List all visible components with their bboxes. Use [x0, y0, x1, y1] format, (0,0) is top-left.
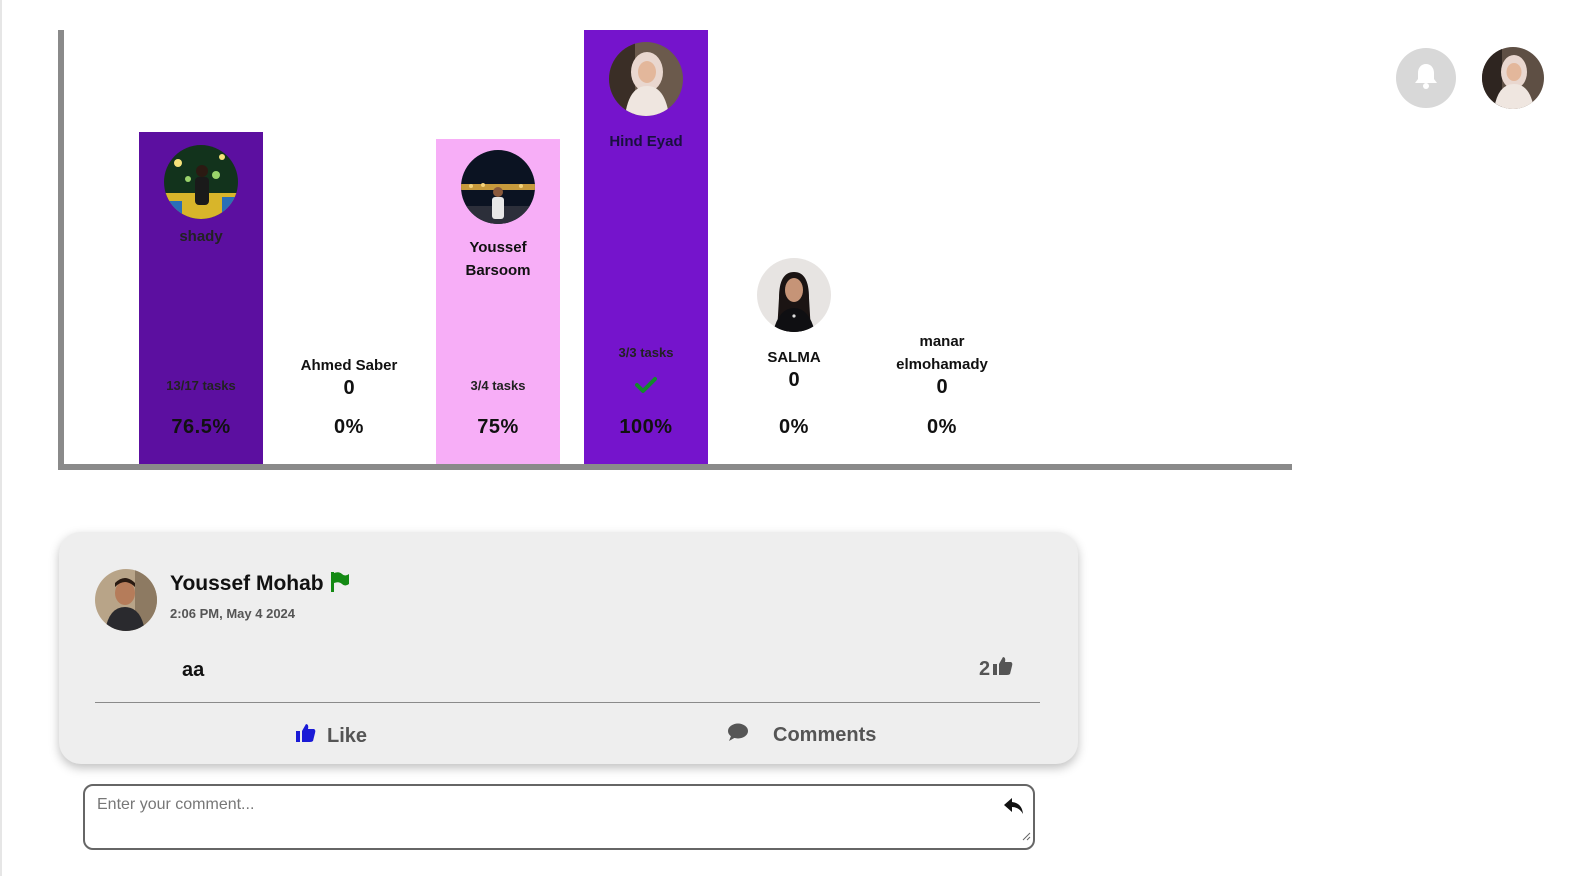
comment-input[interactable] — [97, 796, 977, 836]
chart-column-ahmed-saber: Ahmed Saber 0 0% — [287, 30, 411, 464]
comment-icon — [727, 722, 749, 748]
post-card: Youssef Mohab 2:06 PM, May 4 2024 aa 2 L… — [59, 532, 1078, 764]
member-count: 0 — [343, 377, 355, 399]
chart-x-axis — [58, 464, 1292, 470]
member-percent: 0% — [779, 416, 809, 438]
member-tasks: 3/3 tasks — [618, 345, 674, 360]
thumbs-up-icon — [992, 655, 1014, 683]
member-tasks: 3/4 tasks — [470, 378, 526, 393]
reply-icon[interactable] — [1003, 796, 1025, 821]
members-progress-chart: shady 13/17 tasks 76.5% Ahmed Saber 0 0% — [58, 30, 1292, 470]
member-name: shady — [179, 228, 223, 245]
profile-avatar[interactable] — [1482, 47, 1544, 109]
member-percent: 0% — [334, 416, 364, 438]
member-count: 0 — [788, 369, 800, 391]
flag-icon — [329, 571, 351, 598]
member-count: 0 — [936, 376, 948, 398]
member-percent: 100% — [619, 416, 673, 438]
member-tasks: 13/17 tasks — [166, 378, 236, 393]
likes-count: 2 — [979, 657, 991, 680]
like-label: Like — [327, 724, 368, 747]
avatar — [757, 258, 831, 332]
comments-label: Comments — [773, 723, 877, 746]
post-timestamp: 2:06 PM, May 4 2024 — [170, 606, 296, 621]
page-left-edge — [0, 0, 2, 876]
member-percent: 76.5% — [171, 416, 231, 438]
comments-button[interactable]: Comments — [727, 722, 876, 748]
member-shady[interactable]: shady — [139, 145, 263, 248]
member-percent: 0% — [927, 416, 957, 438]
post-text: aa — [182, 659, 205, 681]
member-manar-elmohamady[interactable]: manar elmohamady 0 — [880, 324, 1004, 399]
chart-column-hind-eyad: Hind Eyad 3/3 tasks 100% — [584, 30, 708, 464]
notifications-button[interactable] — [1396, 48, 1456, 108]
member-name: SALMA — [767, 349, 821, 366]
thumbs-up-icon — [295, 722, 317, 750]
chart-column-shady: shady 13/17 tasks 76.5% — [139, 30, 263, 464]
member-youssef-barsoom[interactable]: Youssef Barsoom — [436, 150, 560, 282]
post-author[interactable]: Youssef Mohab — [170, 572, 324, 596]
member-salma[interactable]: SALMA 0 — [732, 258, 856, 392]
avatar — [164, 145, 238, 219]
member-name: Youssef Barsoom — [465, 239, 531, 279]
member-percent: 75% — [477, 416, 519, 438]
comment-box — [83, 784, 1035, 850]
chart-y-axis — [58, 30, 64, 470]
post-divider — [95, 702, 1040, 703]
chart-column-salma: SALMA 0 0% — [732, 30, 856, 464]
likes-counter[interactable]: 2 — [979, 655, 1014, 683]
member-ahmed-saber[interactable]: Ahmed Saber 0 — [287, 348, 411, 400]
avatar — [609, 42, 683, 116]
bell-icon — [1413, 62, 1439, 95]
member-name: Hind Eyad — [609, 133, 683, 150]
chart-column-manar-elmohamady: manar elmohamady 0 0% — [880, 30, 1004, 464]
member-name: Ahmed Saber — [300, 357, 398, 374]
check-icon — [584, 376, 708, 399]
resize-grip-icon[interactable] — [1021, 828, 1031, 846]
like-button[interactable]: Like — [295, 722, 367, 750]
avatar — [461, 150, 535, 224]
member-name: manar elmohamady — [896, 333, 988, 373]
avatar[interactable] — [95, 569, 157, 631]
chart-column-youssef-barsoom: Youssef Barsoom 3/4 tasks 75% — [436, 30, 560, 464]
member-hind-eyad[interactable]: Hind Eyad — [584, 42, 708, 153]
